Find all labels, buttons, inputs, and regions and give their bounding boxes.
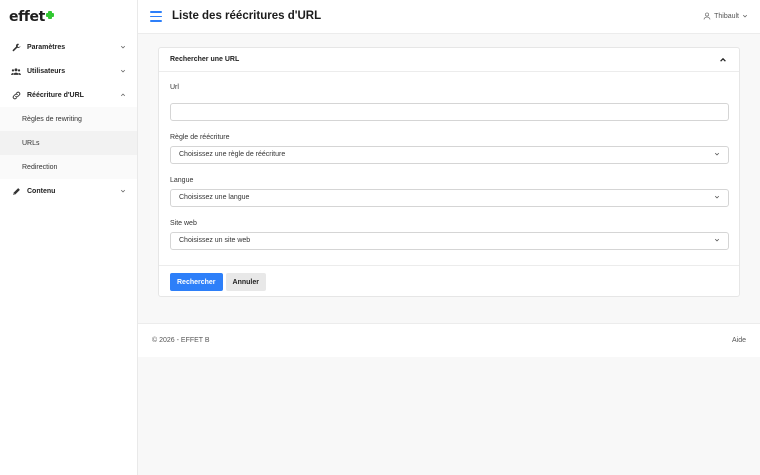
card-footer-divider xyxy=(159,265,739,266)
copyright-text: © 2026 - EFFET B xyxy=(152,337,210,344)
sidebar: effet Paramètres Utilisateurs Réécriture… xyxy=(0,0,138,475)
top-header: Liste des réécritures d'URL Thibault xyxy=(138,0,760,34)
sidebar-item-label: Réécriture d'URL xyxy=(27,91,84,99)
app-root: effet Paramètres Utilisateurs Réécriture… xyxy=(0,0,760,475)
search-button[interactable]: Rechercher xyxy=(170,273,223,291)
rule-select-value: Choisissez une règle de réécriture xyxy=(179,151,286,158)
sidebar-item-label: Contenu xyxy=(27,187,56,195)
wrench-icon xyxy=(11,42,21,52)
search-url-card: Rechercher une URL Url Règle de réécritu… xyxy=(158,47,740,297)
sidebar-item-label: Paramètres xyxy=(27,43,66,51)
page-title: Liste des réécritures d'URL xyxy=(172,10,322,22)
logo-plus-mark xyxy=(45,11,54,19)
user-name: Thibault xyxy=(714,12,739,20)
sidebar-item-contenu[interactable]: Contenu xyxy=(0,179,137,203)
sidebar-item-parametres[interactable]: Paramètres xyxy=(0,35,137,59)
website-label: Site web xyxy=(170,219,197,227)
page-footer: © 2026 - EFFET B Aide xyxy=(138,323,760,357)
sidebar-subitem-label: Redirection xyxy=(22,163,58,171)
menu-toggle-icon[interactable] xyxy=(150,11,162,22)
sidebar-item-reecriture-url[interactable]: Réécriture d'URL xyxy=(0,83,137,107)
sidebar-subitem-urls[interactable]: URLs xyxy=(0,131,137,155)
chevron-down-icon xyxy=(714,151,720,159)
sidebar-subitem-label: URLs xyxy=(22,139,40,147)
chevron-down-icon xyxy=(119,43,127,51)
url-input[interactable] xyxy=(170,102,729,121)
rule-select[interactable]: Choisissez une règle de réécriture xyxy=(170,145,729,164)
chevron-up-icon xyxy=(119,91,127,99)
website-select-value: Choisissez un site web xyxy=(179,237,251,244)
sidebar-subitem-label: Règles de rewriting xyxy=(22,115,82,123)
users-icon xyxy=(11,66,21,76)
card-title: Rechercher une URL xyxy=(170,56,240,63)
sidebar-subitem-redirection[interactable]: Redirection xyxy=(0,155,137,179)
sidebar-item-utilisateurs[interactable]: Utilisateurs xyxy=(0,59,137,83)
user-icon xyxy=(703,12,711,20)
chevron-down-icon xyxy=(714,237,720,245)
chevron-down-icon xyxy=(119,67,127,75)
pencil-icon xyxy=(11,186,21,196)
sidebar-nav: Paramètres Utilisateurs Réécriture d'URL… xyxy=(0,35,137,203)
chevron-up-icon[interactable] xyxy=(718,55,728,65)
sidebar-item-label: Utilisateurs xyxy=(27,67,66,75)
brand-logo[interactable]: effet xyxy=(9,9,54,29)
url-label: Url xyxy=(170,84,179,91)
submenu-reecriture-url: Règles de rewriting URLs Redirection xyxy=(0,107,137,179)
rule-label: Règle de réécriture xyxy=(170,133,230,141)
help-link[interactable]: Aide xyxy=(732,337,746,344)
language-label: Langue xyxy=(170,176,194,184)
logo-text: effet xyxy=(9,9,45,25)
language-select-value: Choisissez une langue xyxy=(179,194,250,201)
form-actions: Rechercher Annuler xyxy=(170,273,266,291)
chevron-down-icon xyxy=(714,194,720,202)
card-header: Rechercher une URL xyxy=(159,48,739,72)
language-select[interactable]: Choisissez une langue xyxy=(170,188,729,207)
chevron-down-icon xyxy=(119,187,127,195)
user-menu[interactable]: Thibault xyxy=(703,12,748,20)
website-select[interactable]: Choisissez un site web xyxy=(170,231,729,250)
sidebar-subitem-regles-rewriting[interactable]: Règles de rewriting xyxy=(0,107,137,131)
card-body: Url Règle de réécriture Choisissez une r… xyxy=(159,72,739,250)
chevron-down-icon xyxy=(742,13,748,19)
cancel-button[interactable]: Annuler xyxy=(225,273,266,291)
link-icon xyxy=(11,90,21,100)
